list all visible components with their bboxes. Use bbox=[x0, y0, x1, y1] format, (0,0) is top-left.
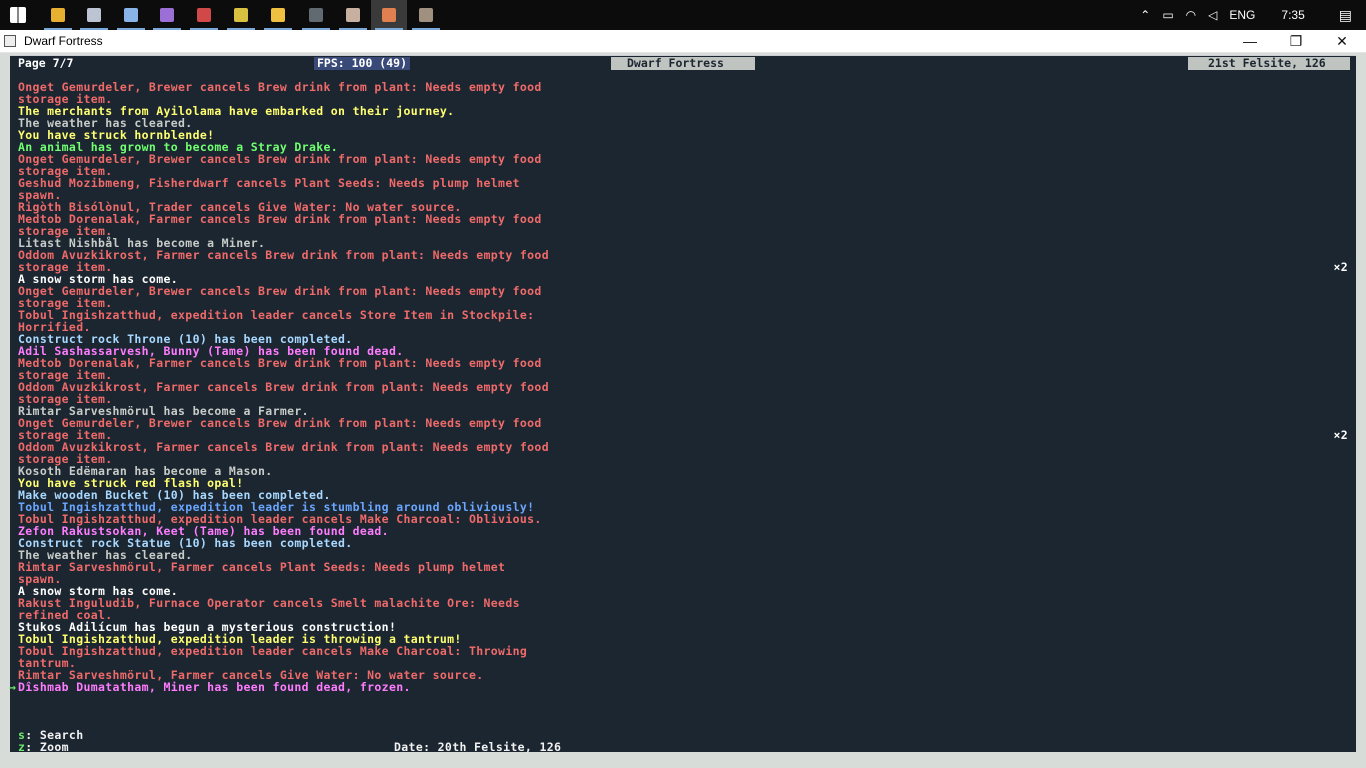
log-entry[interactable]: Onget Gemurdeler, Brewer cancels Brew dr… bbox=[18, 285, 1348, 297]
log-entry[interactable]: Oddom Avuzkikrost, Farmer cancels Brew d… bbox=[18, 441, 1348, 453]
calculator-icon[interactable] bbox=[76, 0, 112, 30]
header-date: 21st Felsite, 126 bbox=[1188, 57, 1350, 70]
chrome-icon[interactable] bbox=[40, 0, 76, 30]
log-entry[interactable]: Onget Gemurdeler, Brewer cancels Brew dr… bbox=[18, 81, 1348, 93]
log-entry[interactable]: Tobul Ingishzatthud, expedition leader c… bbox=[18, 309, 1348, 321]
page-indicator: Page 7/7 bbox=[18, 56, 74, 70]
log-entry[interactable]: Rakust Inguludib, Furnace Operator cance… bbox=[18, 597, 1348, 609]
notification-icon[interactable]: ▤ bbox=[1325, 7, 1366, 24]
3d-box-icon[interactable] bbox=[113, 0, 149, 30]
pickaxe-icon[interactable] bbox=[408, 0, 444, 30]
minimize-button[interactable]: — bbox=[1227, 30, 1273, 52]
log-entry-text: Dîshmab Dumatatham, Miner has been found… bbox=[18, 680, 411, 694]
close-button[interactable]: ✕ bbox=[1319, 30, 1365, 52]
house-app-icon[interactable] bbox=[335, 0, 371, 30]
log-entry[interactable]: storage item. ×2 bbox=[18, 261, 1348, 273]
system-tray: ⌃ ▭ ◠ ◁ ENG 7:35 ▤ bbox=[1134, 0, 1366, 30]
zoom-hotkey[interactable]: z: Zoom bbox=[18, 741, 69, 753]
zoom-label: : Zoom bbox=[25, 740, 69, 754]
log-entry[interactable]: Oddom Avuzkikrost, Farmer cancels Brew d… bbox=[18, 249, 1348, 261]
announcement-log: Onget Gemurdeler, Brewer cancels Brew dr… bbox=[9, 81, 1348, 694]
tools-icon[interactable] bbox=[223, 0, 259, 30]
app-icon bbox=[4, 35, 16, 47]
window-title: Dwarf Fortress bbox=[24, 34, 103, 48]
log-entry-text: Rimtar Sarveshmörul, Farmer cancels Plan… bbox=[18, 560, 506, 574]
log-entry[interactable]: Medtob Dorenalak, Farmer cancels Brew dr… bbox=[18, 357, 1348, 369]
fps-counter: FPS: 100 (49) bbox=[314, 57, 411, 70]
log-entry-text: Tobul Ingishzatthud, expedition leader c… bbox=[18, 644, 528, 658]
log-entry-text: Tobul Ingishzatthud, expedition leader c… bbox=[18, 308, 535, 322]
game-title: Dwarf Fortress bbox=[611, 57, 755, 70]
file-explorer-icon[interactable] bbox=[260, 0, 296, 30]
battery-icon[interactable]: ▭ bbox=[1156, 8, 1179, 22]
log-entry[interactable]: Geshud Mozibmeng, Fisherdwarf cancels Pl… bbox=[18, 177, 1348, 189]
wifi-icon[interactable]: ◠ bbox=[1180, 8, 1202, 22]
log-entry[interactable]: The merchants from Ayilolama have embark… bbox=[18, 105, 1348, 117]
log-entry[interactable]: spawn. bbox=[18, 573, 1348, 585]
media-app-icon[interactable] bbox=[186, 0, 222, 30]
windows-start-icon[interactable] bbox=[0, 0, 36, 30]
log-entry-text: Geshud Mozibmeng, Fisherdwarf cancels Pl… bbox=[18, 176, 520, 190]
chevron-up-icon[interactable]: ⌃ bbox=[1134, 8, 1156, 22]
terminal-icon[interactable] bbox=[298, 0, 334, 30]
window-title-bar: Dwarf Fortress — ❐ ✕ bbox=[0, 30, 1366, 53]
visual-studio-icon[interactable] bbox=[149, 0, 185, 30]
footer-date: Date: 20th Felsite, 126 bbox=[394, 740, 562, 754]
language-indicator[interactable]: ENG bbox=[1223, 8, 1261, 22]
log-entry[interactable]: Oddom Avuzkikrost, Farmer cancels Brew d… bbox=[18, 381, 1348, 393]
log-entry[interactable]: Onget Gemurdeler, Brewer cancels Brew dr… bbox=[18, 417, 1348, 429]
repeat-count: ×2 bbox=[1333, 260, 1348, 274]
log-entry[interactable]: → Dîshmab Dumatatham, Miner has been foun… bbox=[9, 680, 1348, 694]
selection-arrow-icon: → bbox=[9, 680, 17, 694]
log-entry[interactable]: Tobul Ingishzatthud, expedition leader c… bbox=[18, 645, 1348, 657]
log-entry[interactable]: Construct rock Statue (10) has been comp… bbox=[18, 537, 1348, 549]
maximize-button[interactable]: ❐ bbox=[1273, 30, 1319, 52]
dwarf-fortress-icon[interactable] bbox=[371, 0, 407, 30]
clock[interactable]: 7:35 bbox=[1261, 8, 1324, 22]
log-entry[interactable]: Onget Gemurdeler, Brewer cancels Brew dr… bbox=[18, 153, 1348, 165]
taskbar: ⌃ ▭ ◠ ◁ ENG 7:35 ▤ bbox=[0, 0, 1366, 30]
log-entry[interactable]: Rimtar Sarveshmörul, Farmer cancels Plan… bbox=[18, 561, 1348, 573]
log-entry[interactable]: The weather has cleared. bbox=[18, 117, 1348, 129]
log-entry[interactable]: Medtob Dorenalak, Farmer cancels Brew dr… bbox=[18, 213, 1348, 225]
repeat-count: ×2 bbox=[1333, 428, 1348, 442]
game-console: Page 7/7 FPS: 100 (49) Dwarf Fortress 21… bbox=[9, 55, 1356, 754]
volume-icon[interactable]: ◁ bbox=[1202, 8, 1223, 22]
